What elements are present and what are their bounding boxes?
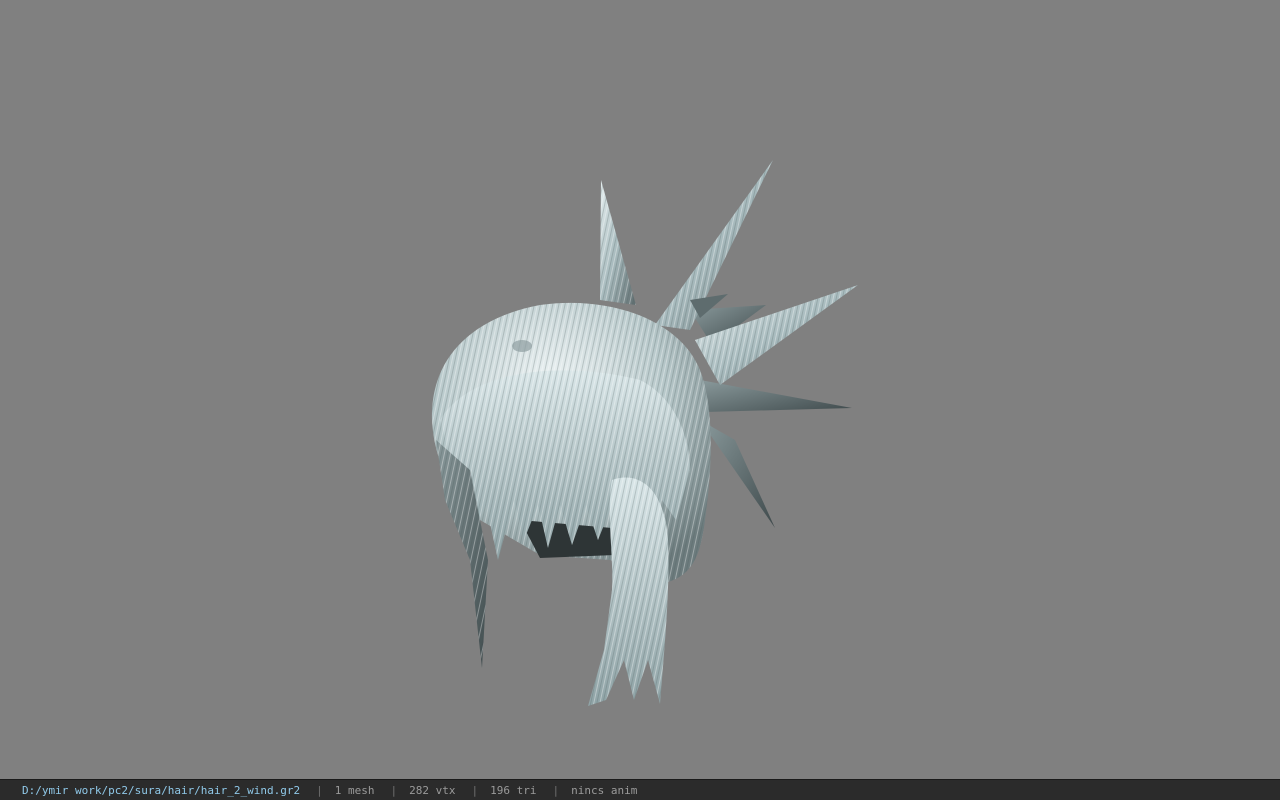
status-separator: | — [552, 783, 560, 797]
mesh-count-label: 1 mesh — [334, 783, 375, 797]
vertex-count-label: 282 vtx — [409, 783, 456, 797]
3d-viewport[interactable] — [0, 0, 1280, 779]
triangle-count-label: 196 tri — [490, 783, 537, 797]
status-bar: D:/ymir work/pc2/sura/hair/hair_2_wind.g… — [0, 779, 1280, 800]
file-path-label: D:/ymir work/pc2/sura/hair/hair_2_wind.g… — [22, 783, 301, 797]
status-separator: | — [390, 783, 398, 797]
hair-model-icon — [431, 160, 858, 706]
animation-info-label: nincs anim — [571, 783, 638, 797]
status-separator: | — [471, 783, 479, 797]
status-separator: | — [316, 783, 323, 797]
